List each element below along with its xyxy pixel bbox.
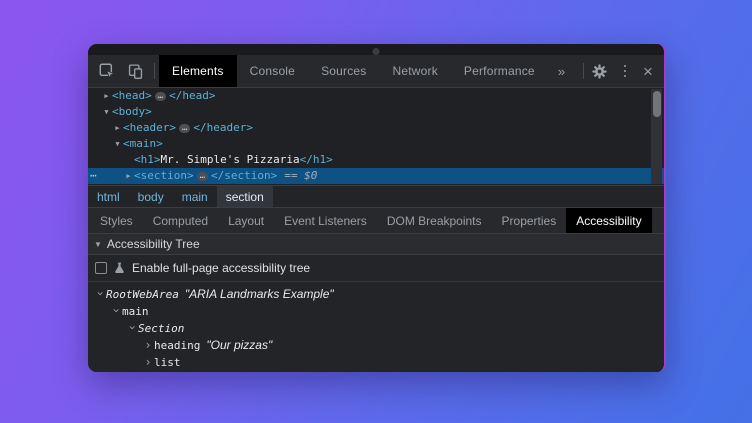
tab-performance[interactable]: Performance <box>451 55 548 87</box>
chevron-right-icon[interactable]: › <box>142 354 154 371</box>
tab-layout[interactable]: Layout <box>218 208 274 233</box>
dom-tag: <body> <box>112 105 152 118</box>
enable-full-page-label: Enable full-page accessibility tree <box>132 261 310 275</box>
tab-computed[interactable]: Computed <box>143 208 218 233</box>
toolbar-right-icons: × <box>588 55 664 87</box>
tab-dom-breakpoints[interactable]: DOM Breakpoints <box>377 208 492 233</box>
dom-tree-row[interactable]: <h1>Mr. Simple's Pizzaria</h1> <box>88 152 664 168</box>
breadcrumb-item-body[interactable]: body <box>129 186 173 207</box>
dom-tag: <header> <box>123 121 176 134</box>
tab-event-listeners[interactable]: Event Listeners <box>274 208 377 233</box>
a11y-role: list <box>154 354 181 371</box>
section-collapse-triangle-icon: ▼ <box>94 240 102 249</box>
chevron-down-icon[interactable]: › <box>108 305 125 317</box>
tab-styles[interactable]: Styles <box>90 208 143 233</box>
tab-elements[interactable]: Elements <box>159 55 237 87</box>
dom-tag: <section> <box>134 169 194 182</box>
breadcrumb-item-html[interactable]: html <box>88 186 129 207</box>
dom-tag: <main> <box>123 137 163 150</box>
chevron-down-icon[interactable]: › <box>124 322 141 334</box>
dom-text-node: Mr. Simple's Pizzaria <box>161 153 300 166</box>
dom-tree-row[interactable]: ▶<head>…</head> <box>88 88 664 104</box>
a11y-tree-node[interactable]: ›list <box>88 354 664 371</box>
a11y-tree-node[interactable]: ›heading "Our pizzas" <box>88 337 664 354</box>
dom-tag: <head> <box>112 89 152 102</box>
dom-tree-row[interactable]: ▼<body> <box>88 104 664 120</box>
accessibility-tree-section-header[interactable]: ▼ Accessibility Tree <box>88 233 664 255</box>
row-overflow-hint: ⋯ <box>90 168 98 184</box>
a11y-accessible-name: "Our pizzas" <box>206 337 272 354</box>
dom-tree-row[interactable]: ▼<main> <box>88 136 664 152</box>
enable-full-page-checkbox[interactable] <box>95 262 107 274</box>
dom-tag: </section> <box>211 169 277 182</box>
panel-tabs: ElementsConsoleSourcesNetworkPerformance… <box>159 55 579 87</box>
inspect-element-icon[interactable] <box>96 60 118 82</box>
dom-tag: </header> <box>193 121 253 134</box>
dom-tag: </head> <box>169 89 215 102</box>
a11y-tree-node[interactable]: ›Section <box>88 320 664 337</box>
window-top-strip <box>88 44 664 55</box>
devtools-window: ElementsConsoleSourcesNetworkPerformance… <box>88 44 666 372</box>
accessibility-tree-title: Accessibility Tree <box>107 237 200 251</box>
full-page-a11y-row: Enable full-page accessibility tree <box>88 255 664 282</box>
chevron-down-icon[interactable]: › <box>92 288 109 300</box>
experiment-flask-icon <box>113 261 126 275</box>
toolbar-separator <box>154 63 155 79</box>
collapsed-content-badge[interactable]: … <box>197 172 208 181</box>
settings-gear-icon[interactable] <box>588 60 610 82</box>
a11y-role: heading <box>154 337 200 354</box>
close-icon[interactable]: × <box>640 60 656 82</box>
dom-tree-row[interactable]: ⋯ ▶<section>…</section> == $0 <box>88 168 664 184</box>
a11y-role: RootWebArea <box>106 286 179 303</box>
more-tabs-icon[interactable]: » <box>548 55 575 87</box>
a11y-role: Section <box>138 320 184 337</box>
collapsed-content-badge[interactable]: … <box>179 124 190 133</box>
accessibility-tree: ›RootWebArea"ARIA Landmarks Example"›mai… <box>88 282 664 372</box>
dom-scrollbar[interactable] <box>651 89 662 184</box>
expanded-triangle-icon[interactable]: ▼ <box>101 104 112 120</box>
tab-network[interactable]: Network <box>379 55 450 87</box>
breadcrumb: htmlbodymainsection <box>88 185 664 207</box>
drag-handle-dot[interactable] <box>373 48 380 55</box>
toolbar-left-icons <box>88 55 150 87</box>
tab-properties[interactable]: Properties <box>492 208 567 233</box>
a11y-role: main <box>122 303 149 320</box>
device-toolbar-icon[interactable] <box>124 60 146 82</box>
dom-tree-panel: ▶<head>…</head>▼<body>▶<header>…</header… <box>88 88 664 185</box>
chevron-right-icon[interactable]: › <box>142 337 154 354</box>
dom-tag: </h1> <box>300 153 333 166</box>
a11y-tree-node[interactable]: ›RootWebArea "ARIA Landmarks Example" <box>88 286 664 303</box>
breadcrumb-item-section[interactable]: section <box>217 186 273 207</box>
a11y-tree-node[interactable]: ›main <box>88 303 664 320</box>
selected-node-hint: == $0 <box>284 169 317 182</box>
breadcrumb-item-main[interactable]: main <box>173 186 217 207</box>
tab-console[interactable]: Console <box>237 55 308 87</box>
collapsed-content-badge[interactable]: … <box>155 92 166 101</box>
collapsed-triangle-icon[interactable]: ▶ <box>112 120 123 136</box>
sidebar-tabs: StylesComputedLayoutEvent ListenersDOM B… <box>88 207 664 233</box>
dom-tree-rows: ▶<head>…</head>▼<body>▶<header>…</header… <box>88 88 664 184</box>
toolbar-separator-right <box>583 63 584 79</box>
collapsed-triangle-icon[interactable]: ▶ <box>101 88 112 104</box>
tab-sources[interactable]: Sources <box>308 55 379 87</box>
a11y-accessible-name: "ARIA Landmarks Example" <box>185 286 334 303</box>
dom-tag: <h1> <box>134 153 161 166</box>
dom-scrollbar-thumb[interactable] <box>653 91 661 117</box>
devtools-toolbar: ElementsConsoleSourcesNetworkPerformance… <box>88 55 664 88</box>
tab-accessibility[interactable]: Accessibility <box>566 208 651 233</box>
dom-tree-row[interactable]: ▶<header>…</header> <box>88 120 664 136</box>
collapsed-triangle-icon[interactable]: ▶ <box>123 168 134 184</box>
expanded-triangle-icon[interactable]: ▼ <box>112 136 123 152</box>
more-options-icon[interactable] <box>618 60 632 82</box>
